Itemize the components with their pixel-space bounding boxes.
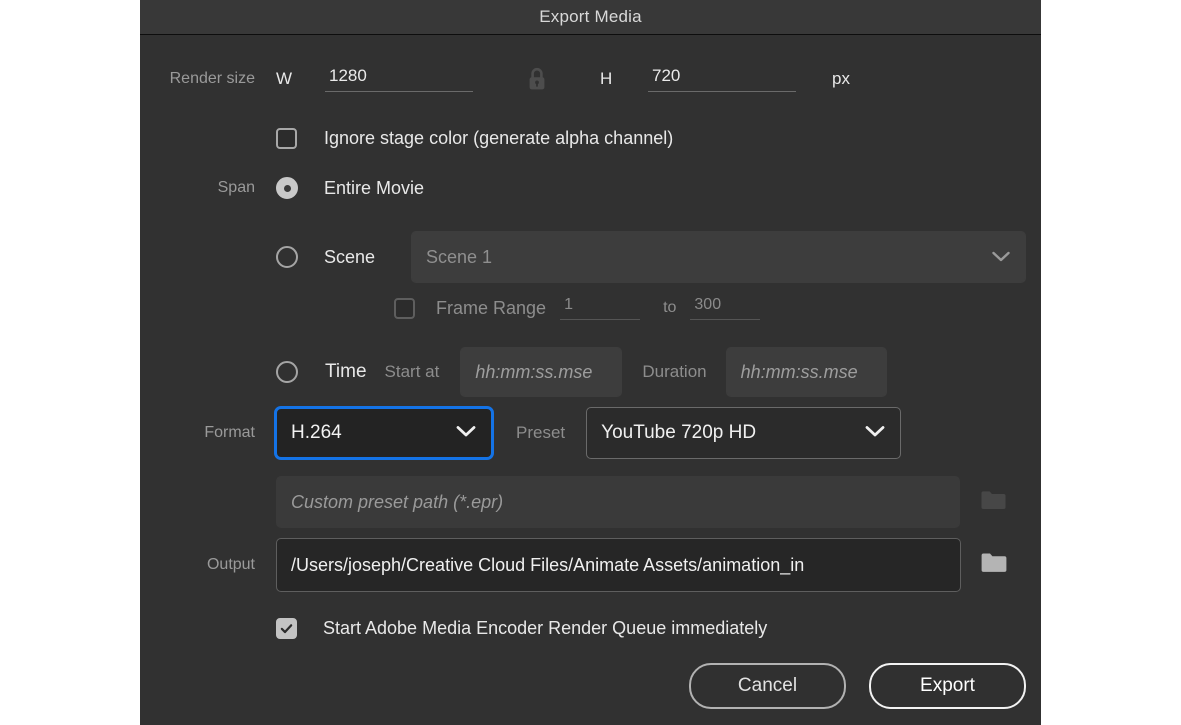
output-path-input-wrap[interactable]: /Users/joseph/Creative Cloud Files/Anima… — [276, 538, 961, 592]
frame-range-checkbox[interactable] — [394, 297, 415, 319]
time-duration-label: Duration — [642, 362, 707, 381]
chevron-down-icon — [991, 247, 1011, 268]
chevron-down-icon — [455, 422, 477, 444]
preset-path-folder-icon[interactable] — [980, 489, 1007, 516]
frame-range-to-input[interactable] — [690, 296, 761, 320]
dialog-body: Render size W H px — [140, 35, 1041, 725]
screen-root: Export Media Render size W H — [0, 0, 1181, 725]
frame-range-label: Frame Range — [436, 297, 547, 318]
cancel-button-label: Cancel — [737, 675, 798, 696]
export-media-dialog: Export Media Render size W H — [140, 0, 1041, 725]
time-start-input: hh:mm:ss.mse — [475, 361, 593, 382]
scene-select-value: Scene 1 — [426, 246, 493, 267]
ignore-stage-color-label: Ignore stage color (generate alpha chann… — [324, 127, 674, 148]
frame-range-to-label: to — [663, 299, 677, 316]
preset-path-input-wrap[interactable]: Custom preset path (*.epr) — [276, 476, 960, 528]
span-time-row[interactable]: Time Start at hh:mm:ss.mse Duration hh:m… — [140, 347, 1041, 397]
export-button[interactable]: Export — [869, 663, 1026, 709]
output-label: Output — [206, 556, 255, 573]
frame-range-from-input[interactable] — [560, 296, 641, 320]
chevron-down-icon — [864, 422, 886, 444]
dialog-footer: Cancel Export — [689, 663, 1041, 709]
preset-path-input: Custom preset path (*.epr) — [291, 491, 504, 512]
preset-label: Preset — [516, 423, 566, 442]
time-start-at-label: Start at — [384, 362, 440, 381]
span-scene-label: Scene — [324, 246, 376, 267]
preset-select-value: YouTube 720p HD — [601, 422, 757, 443]
render-size-row: Render size W H px — [140, 59, 1041, 99]
render-width-input[interactable] — [325, 66, 473, 92]
time-duration-input: hh:mm:ss.mse — [740, 361, 858, 382]
ignore-stage-color-checkbox[interactable] — [276, 127, 297, 149]
output-folder-icon[interactable] — [980, 551, 1008, 579]
preset-select[interactable]: YouTube 720p HD — [586, 407, 902, 459]
lock-closed-icon[interactable] — [526, 66, 548, 92]
format-label: Format — [204, 424, 255, 441]
preset-path-row: Custom preset path (*.epr) — [140, 476, 1041, 528]
span-entire-movie-label: Entire Movie — [324, 177, 425, 198]
frame-range-row[interactable]: Frame Range to — [140, 287, 1041, 329]
cancel-button[interactable]: Cancel — [689, 663, 846, 709]
scene-select[interactable]: Scene 1 — [411, 231, 1026, 283]
time-start-input-wrap[interactable]: hh:mm:ss.mse — [460, 347, 623, 397]
start-encoder-checkbox[interactable] — [276, 617, 297, 639]
span-scene-radio[interactable] — [276, 246, 298, 268]
format-preset-row: Format H.264 Preset YouTube 720p HD — [140, 406, 1041, 460]
dialog-titlebar: Export Media — [140, 0, 1041, 35]
start-encoder-label: Start Adobe Media Encoder Render Queue i… — [323, 617, 768, 638]
span-time-radio[interactable] — [276, 361, 298, 383]
dialog-title: Export Media — [539, 7, 642, 26]
start-encoder-row[interactable]: Start Adobe Media Encoder Render Queue i… — [140, 613, 1041, 643]
format-select-value: H.264 — [291, 422, 342, 443]
span-label: Span — [217, 179, 255, 196]
unit-label: px — [832, 69, 850, 88]
output-row: Output /Users/joseph/Creative Cloud File… — [140, 538, 1041, 592]
height-label: H — [600, 69, 613, 88]
width-label: W — [276, 69, 293, 88]
export-button-label: Export — [920, 675, 975, 696]
ignore-stage-color-row[interactable]: Ignore stage color (generate alpha chann… — [140, 123, 1041, 153]
render-height-input[interactable] — [648, 66, 796, 92]
span-entire-movie-row[interactable]: Span Entire Movie — [140, 173, 1041, 203]
output-path-input: /Users/joseph/Creative Cloud Files/Anima… — [291, 554, 805, 575]
span-entire-movie-radio[interactable] — [276, 177, 298, 199]
span-scene-row[interactable]: Scene Scene 1 — [140, 231, 1041, 283]
format-select[interactable]: H.264 — [274, 406, 494, 460]
render-size-label: Render size — [169, 70, 255, 87]
span-time-label: Time — [325, 361, 367, 382]
time-duration-input-wrap[interactable]: hh:mm:ss.mse — [725, 347, 887, 397]
